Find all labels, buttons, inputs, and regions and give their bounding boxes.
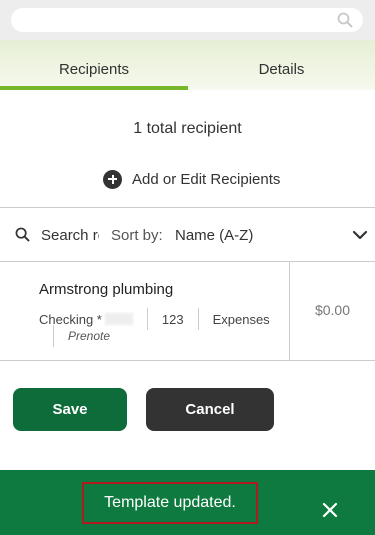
sort-by-label: Sort by: (111, 227, 163, 244)
search-icon (15, 227, 30, 247)
recipient-row[interactable]: Armstrong plumbing Checking * 123 Expens… (0, 262, 375, 361)
save-button[interactable]: Save (13, 388, 127, 431)
top-search-bar (0, 0, 375, 40)
sort-by-select[interactable]: Name (A-Z) (175, 227, 253, 244)
active-tab-indicator (0, 86, 188, 90)
top-search-input[interactable] (11, 8, 363, 32)
tab-recipients[interactable]: Recipients (0, 40, 188, 90)
divider (197, 308, 199, 330)
add-edit-recipients-button[interactable]: Add or Edit Recipients (103, 168, 280, 190)
chevron-down-icon[interactable] (350, 225, 370, 245)
masked-account-number (104, 313, 133, 325)
plus-circle-icon (103, 169, 122, 189)
toast-message: Template updated. (82, 482, 258, 524)
add-edit-recipients-label: Add or Edit Recipients (132, 170, 281, 188)
search-icon[interactable] (337, 12, 353, 33)
toast-notification: Template updated. (0, 470, 375, 535)
recipient-search-input[interactable]: Search re (41, 227, 99, 244)
account-type: Checking * (39, 311, 102, 327)
total-recipients-text: 1 total recipient (133, 120, 242, 137)
recipient-category: Expenses (212, 311, 270, 327)
divider (146, 308, 148, 330)
routing-suffix: 123 (161, 311, 184, 327)
tab-details[interactable]: Details (188, 40, 375, 90)
recipient-account-details: Checking * 123 Expenses (39, 308, 270, 330)
recipient-amount[interactable]: $0.00 (290, 302, 375, 318)
prenote-status: Prenote (68, 329, 111, 343)
cancel-button[interactable]: Cancel (146, 388, 274, 431)
tab-details-label: Details (258, 61, 305, 78)
search-sort-row: Search re Sort by: Name (A-Z) (0, 207, 375, 262)
recipient-name: Armstrong plumbing (39, 281, 174, 298)
divider (53, 325, 54, 347)
tab-recipients-label: Recipients (58, 61, 130, 78)
tab-bar: Recipients Details (0, 40, 375, 90)
close-icon[interactable] (320, 500, 340, 520)
